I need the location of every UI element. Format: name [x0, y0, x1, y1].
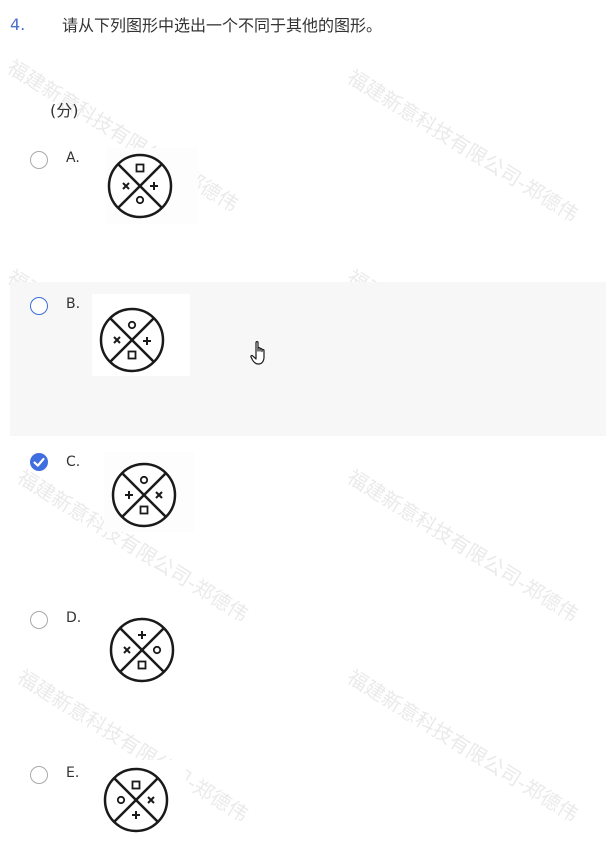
radio-option-e[interactable]: [30, 766, 48, 784]
figure-option-a: [106, 148, 198, 224]
option-a[interactable]: A.: [10, 140, 606, 280]
figure-option-e: [94, 760, 186, 840]
option-label-e: E.: [66, 765, 80, 781]
option-label-d: D.: [66, 610, 82, 626]
figure-option-c: [104, 452, 194, 532]
option-label-b: B.: [66, 296, 81, 312]
checkmark-icon: [33, 457, 45, 467]
radio-option-d[interactable]: [30, 611, 48, 629]
option-label-a: A.: [66, 150, 80, 166]
figure-option-b: [92, 294, 190, 376]
radio-option-a[interactable]: [30, 151, 48, 169]
option-b[interactable]: B.: [10, 282, 606, 436]
option-c[interactable]: C.: [10, 440, 606, 590]
figure-option-d: [94, 607, 192, 687]
option-e[interactable]: E.: [10, 752, 606, 848]
option-label-c: C.: [66, 454, 81, 470]
question-score: (分): [50, 101, 79, 120]
hand-cursor-icon: [250, 340, 270, 370]
radio-option-b[interactable]: [30, 297, 48, 315]
question-header: 4. 请从下列图形中选出一个不同于其他的图形。: [10, 12, 382, 36]
radio-option-c[interactable]: [30, 453, 48, 471]
question-text: 请从下列图形中选出一个不同于其他的图形。: [62, 16, 383, 35]
question-number: 4.: [10, 14, 26, 34]
option-d[interactable]: D.: [10, 597, 606, 747]
